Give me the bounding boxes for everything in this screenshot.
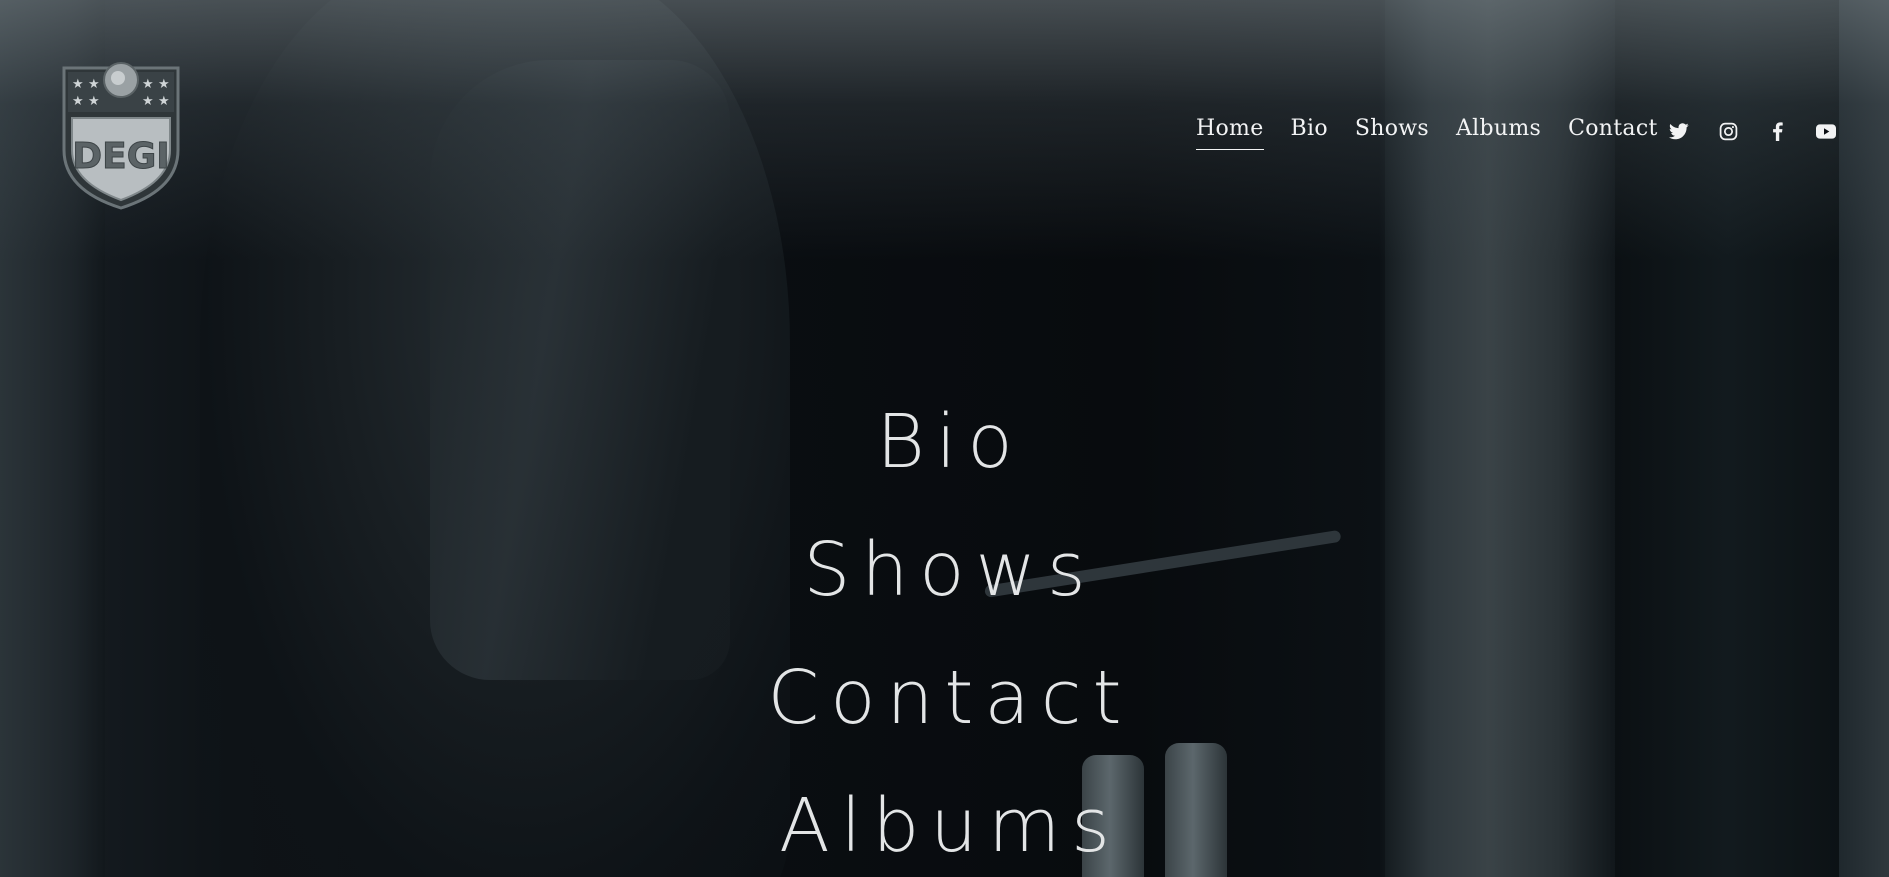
facebook-icon[interactable] [1766, 120, 1788, 142]
hero-menu-item-contact[interactable]: Contact [0, 634, 1889, 762]
svg-text:★: ★ [88, 77, 100, 92]
shield-badge-logo-icon: ★ ★ ★ ★ ★ ★ ★ ★ DEGI [62, 62, 180, 210]
nav-item-albums[interactable]: Albums [1456, 116, 1541, 150]
nav-item-bio[interactable]: Bio [1291, 116, 1328, 150]
svg-text:★: ★ [72, 94, 84, 109]
nav-item-home[interactable]: Home [1196, 116, 1264, 150]
nav-item-contact[interactable]: Contact [1568, 116, 1657, 150]
hero-menu: Bio Shows Contact Albums [0, 378, 1889, 877]
svg-text:★: ★ [142, 77, 154, 92]
site-logo[interactable]: ★ ★ ★ ★ ★ ★ ★ ★ DEGI [58, 50, 184, 210]
twitter-icon[interactable] [1668, 120, 1690, 142]
hero-menu-item-albums[interactable]: Albums [0, 762, 1889, 877]
svg-text:★: ★ [72, 77, 84, 92]
svg-text:★: ★ [142, 94, 154, 109]
hero-menu-item-bio[interactable]: Bio [0, 378, 1889, 506]
nav-item-shows[interactable]: Shows [1355, 116, 1429, 150]
hero-menu-item-shows[interactable]: Shows [0, 506, 1889, 634]
svg-text:★: ★ [158, 77, 170, 92]
instagram-icon[interactable] [1717, 120, 1739, 142]
social-links [1668, 120, 1837, 142]
youtube-icon[interactable] [1815, 120, 1837, 142]
site-header: ★ ★ ★ ★ ★ ★ ★ ★ DEGI Home Bio Shows Albums Con… [0, 0, 1889, 230]
logo-text: DEGI [72, 136, 169, 177]
svg-text:★: ★ [158, 94, 170, 109]
main-nav: Home Bio Shows Albums Contact [1196, 116, 1658, 150]
svg-text:★: ★ [88, 94, 100, 109]
